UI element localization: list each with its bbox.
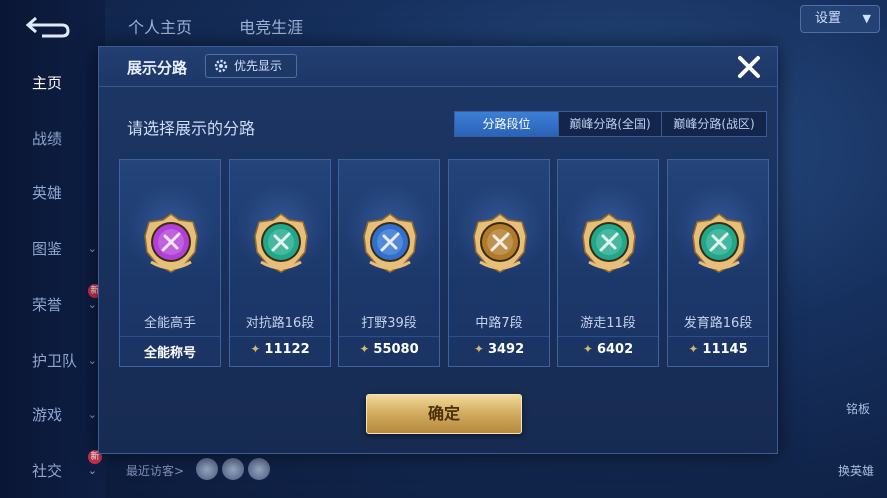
nav-item-label: 图鉴: [32, 240, 63, 258]
lane-score-value: 3492: [487, 342, 525, 357]
priority-display-button[interactable]: 优先显示: [205, 54, 297, 78]
nav-item-label: 战绩: [32, 130, 63, 148]
lane-card[interactable]: 打野39段 ✦ 55080: [338, 159, 440, 367]
points-icon: ✦: [582, 342, 593, 356]
nav-item[interactable]: 护卫队 ⌄: [0, 346, 105, 376]
chevron-down-icon: ▼: [862, 12, 871, 25]
lane-score-value: 55080: [373, 342, 419, 357]
tab-esports-career[interactable]: 电竞生涯: [239, 18, 303, 37]
tab-personal-home[interactable]: 个人主页: [128, 18, 192, 37]
nav-item[interactable]: 主页: [0, 68, 105, 98]
lane-score-value: 全能称号: [143, 346, 196, 361]
visitor-avatar[interactable]: [196, 458, 218, 480]
divider: [558, 336, 658, 337]
lane-score-value: 11145: [702, 342, 748, 357]
nav-item[interactable]: 荣誉 ⌄ 新: [0, 284, 105, 320]
lane-card[interactable]: 中路7段 ✦ 3492: [448, 159, 550, 367]
settings-dropdown[interactable]: 设置 ▼: [800, 5, 880, 33]
nav-item-label: 主页: [32, 74, 63, 92]
divider: [668, 336, 768, 337]
divider: [449, 336, 549, 337]
mid-lane-emblem-icon: [470, 212, 530, 276]
lane-cards: 全能高手 全能称号 对抗路16段 ✦ 11122 打野39段 ✦ 55080 中路7段 ✦ 3492…: [119, 159, 769, 369]
nav-item-label: 社交: [32, 462, 63, 480]
roam-emblem-icon: [579, 212, 639, 276]
nav-item[interactable]: 战绩: [0, 124, 105, 154]
nav-item[interactable]: 图鉴 ⌄: [0, 234, 105, 264]
lane-name: 全能高手: [143, 316, 196, 331]
settings-label: 设置: [815, 11, 842, 26]
lane-name: 发育路16段: [683, 316, 753, 331]
tab-peak-lane-national[interactable]: 巅峰分路(全国): [559, 112, 662, 136]
lane-card[interactable]: 游走11段 ✦ 6402: [557, 159, 659, 367]
points-icon: ✦: [359, 342, 370, 356]
chevron-down-icon: ⌄: [87, 408, 97, 421]
back-arrow-icon: [25, 16, 70, 38]
clash-lane-emblem-icon: [251, 212, 311, 276]
lane-score: ✦ 6402: [558, 342, 658, 357]
chevron-down-icon: ⌄: [87, 242, 97, 255]
visitor-avatar[interactable]: [222, 458, 244, 480]
lane-score: ✦ 11145: [668, 342, 768, 357]
farm-lane-emblem-icon: [689, 212, 749, 276]
nav-item[interactable]: 英雄: [0, 178, 105, 208]
close-icon: [738, 56, 760, 78]
priority-display-label: 优先显示: [234, 59, 283, 73]
lane-score: ✦ 55080: [339, 342, 439, 357]
lane-card[interactable]: 发育路16段 ✦ 11145: [667, 159, 769, 367]
confirm-button[interactable]: 确定: [366, 394, 522, 434]
points-icon: ✦: [250, 342, 261, 356]
points-icon: ✦: [688, 342, 699, 356]
nav-item-label: 英雄: [32, 184, 63, 202]
nav-item[interactable]: 游戏 ⌄: [0, 400, 105, 430]
lane-name: 游走11段: [580, 316, 636, 331]
left-nav: 主页战绩英雄图鉴 ⌄ 荣誉 ⌄ 新护卫队 ⌄ 游戏 ⌄ 社交 ⌄ 新: [0, 0, 105, 498]
lane-score: 全能称号: [120, 342, 220, 361]
back-button[interactable]: [22, 12, 74, 40]
change-hero-label[interactable]: 换英雄: [838, 462, 874, 479]
jungle-emblem-icon: [360, 212, 420, 276]
lane-score-value: 6402: [596, 342, 634, 357]
lane-card[interactable]: 对抗路16段 ✦ 11122: [229, 159, 331, 367]
chevron-down-icon: ⌄: [87, 354, 97, 367]
visitor-avatar[interactable]: [248, 458, 270, 480]
tab-lane-rank[interactable]: 分路段位: [455, 112, 559, 136]
lane-score: ✦ 3492: [449, 342, 549, 357]
nav-item-label: 护卫队: [32, 352, 78, 370]
lane-name: 对抗路16段: [245, 316, 315, 331]
lane-name: 打野39段: [361, 316, 417, 331]
close-button[interactable]: [733, 51, 765, 83]
divider: [339, 336, 439, 337]
dialog-subtitle: 请选择展示的分路: [127, 119, 256, 138]
tab-peak-lane-region[interactable]: 巅峰分路(战区): [662, 112, 766, 136]
points-icon: ✦: [473, 342, 484, 356]
divider: [230, 336, 330, 337]
dialog-title: 展示分路: [127, 59, 188, 77]
lane-name: 中路7段: [475, 316, 523, 331]
nav-item-label: 游戏: [32, 406, 63, 424]
nameplate-label[interactable]: 铭板: [846, 400, 870, 417]
recent-visitors-label[interactable]: 最近访客>: [126, 462, 184, 479]
divider: [120, 336, 220, 337]
dialog-header: 展示分路 优先显示: [99, 47, 777, 87]
gear-icon: [214, 59, 228, 73]
nav-item-label: 荣誉: [32, 296, 63, 314]
all-round-emblem-icon: [141, 212, 201, 276]
lane-score-value: 11122: [264, 342, 310, 357]
lane-display-dialog: 展示分路 优先显示 请选择展示的分路 分路段位 巅峰分路(全国) 巅峰分路(战区…: [98, 46, 778, 454]
lane-card[interactable]: 全能高手 全能称号: [119, 159, 221, 367]
lane-score: ✦ 11122: [230, 342, 330, 357]
nav-item[interactable]: 社交 ⌄ 新: [0, 450, 105, 486]
segment-tabs: 分路段位 巅峰分路(全国) 巅峰分路(战区): [454, 111, 767, 137]
top-tabs: 个人主页 电竞生涯: [128, 14, 345, 38]
